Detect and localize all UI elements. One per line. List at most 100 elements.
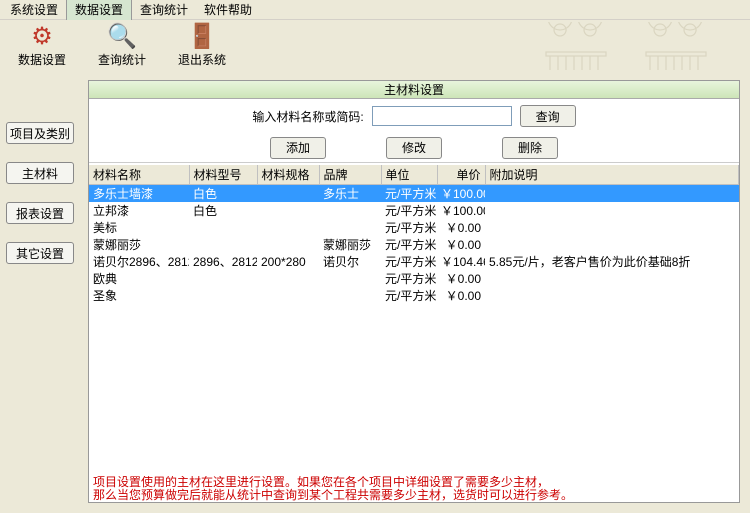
col-header[interactable]: 材料规格: [257, 165, 319, 185]
search-input[interactable]: [372, 106, 512, 126]
sidebar-btn-0[interactable]: 项目及类别: [6, 122, 74, 144]
cell-price: ￥0.00: [437, 219, 485, 236]
cell-brand: [319, 202, 381, 219]
cell-model: 2896、2812: [189, 253, 257, 270]
cell-name: 诺贝尔2896、2812: [89, 253, 189, 270]
cell-price: ￥104.46: [437, 253, 485, 270]
exit-system-icon: 🚪: [187, 25, 217, 49]
sidebar-btn-2[interactable]: 报表设置: [6, 202, 74, 224]
cell-name: 立邦漆: [89, 202, 189, 219]
search-row: 输入材料名称或简码: 查询: [89, 99, 739, 133]
cell-note: [485, 185, 739, 203]
sidebar: 项目及类别主材料报表设置其它设置: [6, 122, 80, 282]
cell-brand: 多乐士: [319, 185, 381, 203]
menubar: 系统设置数据设置查询统计软件帮助: [0, 0, 750, 20]
col-header[interactable]: 附加说明: [485, 165, 739, 185]
cell-unit: 元/平方米: [381, 219, 437, 236]
cell-spec: [257, 202, 319, 219]
table-container[interactable]: 材料名称材料型号材料规格品牌单位单价附加说明 多乐士墙漆白色多乐士元/平方米￥1…: [89, 165, 739, 474]
table-row[interactable]: 多乐士墙漆白色多乐士元/平方米￥100.00: [89, 185, 739, 203]
cell-brand: [319, 219, 381, 236]
sidebar-btn-3[interactable]: 其它设置: [6, 242, 74, 264]
table-row[interactable]: 圣象 元/平方米￥0.00: [89, 287, 739, 304]
table-row[interactable]: 诺贝尔2896、28122896、2812200*280诺贝尔元/平方米￥104…: [89, 253, 739, 270]
cell-price: ￥100.00: [437, 185, 485, 203]
help-line-2: 那么当您预算做完后就能从统计中查询到某个工程共需要多少主材，选货时可以进行参考。: [93, 489, 735, 502]
col-header[interactable]: 材料型号: [189, 165, 257, 185]
cell-model: [189, 219, 257, 236]
cell-model: 白色: [189, 202, 257, 219]
cell-model: [189, 236, 257, 253]
col-header[interactable]: 单价: [437, 165, 485, 185]
cell-model: [189, 287, 257, 304]
materials-table: 材料名称材料型号材料规格品牌单位单价附加说明 多乐士墙漆白色多乐士元/平方米￥1…: [89, 165, 739, 304]
query-stats-icon: 🔍: [107, 25, 137, 49]
cell-note: [485, 270, 739, 287]
col-header[interactable]: 材料名称: [89, 165, 189, 185]
cell-name: 欧典: [89, 270, 189, 287]
table-header-row: 材料名称材料型号材料规格品牌单位单价附加说明: [89, 165, 739, 185]
sidebar-btn-1[interactable]: 主材料: [6, 162, 74, 184]
cell-price: ￥0.00: [437, 287, 485, 304]
cell-name: 美标: [89, 219, 189, 236]
cell-unit: 元/平方米: [381, 270, 437, 287]
pillar-decoration: [540, 22, 740, 70]
table-row[interactable]: 蒙娜丽莎蒙娜丽莎元/平方米￥0.00: [89, 236, 739, 253]
toolbar: ⚙ 数据设置 🔍 查询统计 🚪 退出系统: [0, 20, 750, 72]
cell-spec: [257, 219, 319, 236]
search-label: 输入材料名称或简码:: [252, 108, 363, 125]
cell-spec: [257, 185, 319, 203]
main-panel: 主材料设置 输入材料名称或简码: 查询 添加 修改 删除 材料名称材料型号材料规…: [88, 80, 740, 503]
help-text: 项目设置使用的主材在这里进行设置。如果您在各个项目中详细设置了需要多少主材， 那…: [89, 476, 739, 502]
cell-spec: [257, 236, 319, 253]
menu-item-0[interactable]: 系统设置: [2, 0, 66, 20]
menu-item-3[interactable]: 软件帮助: [196, 0, 260, 20]
cell-unit: 元/平方米: [381, 287, 437, 304]
cell-note: [485, 202, 739, 219]
table-row[interactable]: 美标 元/平方米￥0.00: [89, 219, 739, 236]
menu-item-2[interactable]: 查询统计: [132, 0, 196, 20]
col-header[interactable]: 单位: [381, 165, 437, 185]
cell-note: [485, 287, 739, 304]
table-row[interactable]: 欧典 元/平方米￥0.00: [89, 270, 739, 287]
toolbar-query-stats[interactable]: 🔍 查询统计: [98, 25, 146, 68]
cell-note: 5.85元/片，老客户售价为此价基础8折: [485, 253, 739, 270]
cell-model: [189, 270, 257, 287]
content-area: 项目及类别主材料报表设置其它设置 主材料设置 输入材料名称或简码: 查询 添加 …: [0, 72, 750, 513]
delete-button[interactable]: 删除: [502, 137, 558, 159]
cell-spec: [257, 270, 319, 287]
cell-spec: [257, 287, 319, 304]
col-header[interactable]: 品牌: [319, 165, 381, 185]
cell-note: [485, 219, 739, 236]
cell-unit: 元/平方米: [381, 236, 437, 253]
cell-note: [485, 236, 739, 253]
cell-brand: [319, 287, 381, 304]
cell-brand: 诺贝尔: [319, 253, 381, 270]
query-stats-label: 查询统计: [98, 51, 146, 68]
query-button[interactable]: 查询: [520, 105, 576, 127]
cell-unit: 元/平方米: [381, 202, 437, 219]
table-body: 多乐士墙漆白色多乐士元/平方米￥100.00立邦漆白色元/平方米￥100.00美…: [89, 185, 739, 305]
edit-button[interactable]: 修改: [386, 137, 442, 159]
cell-name: 多乐士墙漆: [89, 185, 189, 203]
cell-unit: 元/平方米: [381, 253, 437, 270]
data-settings-label: 数据设置: [18, 51, 66, 68]
cell-name: 圣象: [89, 287, 189, 304]
cell-spec: 200*280: [257, 253, 319, 270]
panel-title: 主材料设置: [89, 81, 739, 99]
menu-item-1[interactable]: 数据设置: [66, 0, 132, 21]
cell-price: ￥0.00: [437, 236, 485, 253]
cell-unit: 元/平方米: [381, 185, 437, 203]
action-row: 添加 修改 删除: [89, 133, 739, 163]
exit-system-label: 退出系统: [178, 51, 226, 68]
cell-price: ￥100.00: [437, 202, 485, 219]
toolbar-exit-system[interactable]: 🚪 退出系统: [178, 25, 226, 68]
cell-price: ￥0.00: [437, 270, 485, 287]
data-settings-icon: ⚙: [31, 25, 53, 49]
table-row[interactable]: 立邦漆白色 元/平方米￥100.00: [89, 202, 739, 219]
cell-name: 蒙娜丽莎: [89, 236, 189, 253]
cell-brand: 蒙娜丽莎: [319, 236, 381, 253]
add-button[interactable]: 添加: [270, 137, 326, 159]
toolbar-data-settings[interactable]: ⚙ 数据设置: [18, 25, 66, 68]
cell-brand: [319, 270, 381, 287]
